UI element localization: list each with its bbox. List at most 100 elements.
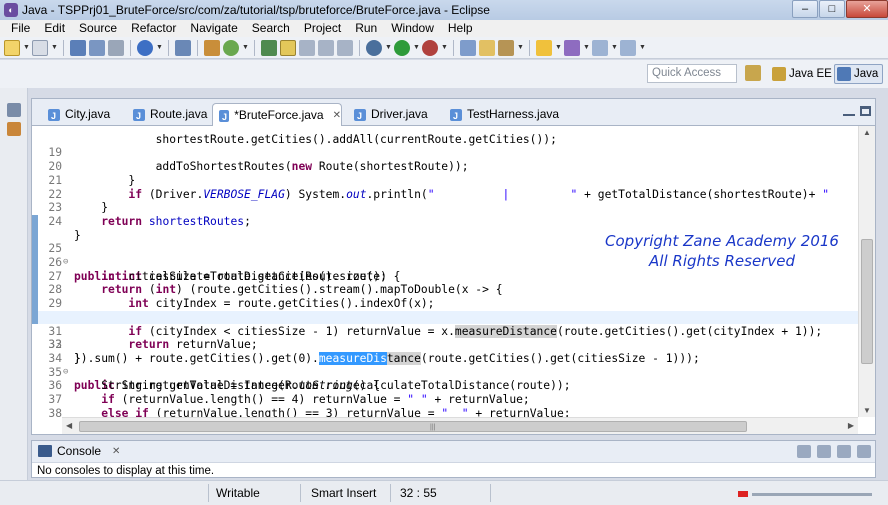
code-line: 37 else if (returnValue.length() == 3) r… xyxy=(32,379,858,417)
minimize-button[interactable]: – xyxy=(792,0,818,18)
chevron-down-icon[interactable]: ▼ xyxy=(413,44,420,51)
print-icon[interactable] xyxy=(108,39,124,56)
minimize-editor-icon[interactable] xyxy=(843,107,855,116)
open-folder-icon[interactable] xyxy=(479,39,495,56)
chevron-down-icon[interactable]: ▼ xyxy=(517,44,524,51)
chevron-down-icon[interactable]: ▼ xyxy=(611,44,618,51)
perspective-java[interactable]: Java xyxy=(834,64,884,84)
block-icon[interactable] xyxy=(318,39,334,56)
scroll-thumb[interactable] xyxy=(861,239,873,364)
paragraph-icon[interactable] xyxy=(337,39,353,56)
status-bar: Writable Smart Insert 32 : 55 xyxy=(0,480,888,505)
editor-vertical-scrollbar[interactable]: ▲ ▼ xyxy=(858,126,875,417)
display-console-icon[interactable] xyxy=(797,445,811,458)
perspective-java-ee[interactable]: Java EE xyxy=(770,64,836,84)
forward-icon[interactable] xyxy=(620,39,636,56)
globe-icon[interactable] xyxy=(137,39,153,56)
debug-icon[interactable] xyxy=(366,39,382,56)
code-line: 23 return shortestRoutes; xyxy=(32,188,858,228)
menu-run[interactable]: Run xyxy=(348,20,384,37)
console-message: No consoles to display at this time. xyxy=(37,465,215,477)
menu-refactor[interactable]: Refactor xyxy=(124,20,183,37)
chevron-down-icon[interactable]: ▼ xyxy=(441,44,448,51)
chevron-down-icon[interactable]: ▼ xyxy=(156,44,163,51)
code-line: 29 double returnValue = 0; xyxy=(32,269,858,324)
back-icon[interactable] xyxy=(592,39,608,56)
menu-file[interactable]: File xyxy=(4,20,37,37)
chevron-down-icon[interactable]: ▼ xyxy=(23,44,30,51)
tab-city-java[interactable]: City.java xyxy=(42,103,122,127)
quick-access-input[interactable]: Quick Access xyxy=(647,64,737,83)
maximize-button[interactable]: □ xyxy=(819,0,845,18)
last-edit-icon[interactable] xyxy=(564,39,580,56)
code-line: 21 if (Driver.VERBOSE_FLAG) System.out.p… xyxy=(32,160,858,201)
run-icon[interactable] xyxy=(394,39,410,56)
maximize-editor-icon[interactable] xyxy=(860,106,871,116)
window-controls: – □ ✕ xyxy=(791,0,888,20)
menu-window[interactable]: Window xyxy=(384,20,441,37)
watermark-line-2: All Rights Reserved xyxy=(649,252,795,270)
chevron-down-icon[interactable]: ▼ xyxy=(583,44,590,51)
restore-icon[interactable] xyxy=(7,103,21,117)
maximize-icon[interactable] xyxy=(857,445,871,458)
code-line: 39 } xyxy=(32,407,858,417)
java-ee-icon xyxy=(772,67,786,81)
scroll-up-icon[interactable]: ▲ xyxy=(863,128,871,137)
annotation-icon[interactable] xyxy=(536,39,552,56)
external-tools-icon[interactable] xyxy=(422,39,438,56)
tab-route-java[interactable]: Route.java xyxy=(127,103,217,127)
pin-icon[interactable] xyxy=(261,39,277,56)
scroll-right-icon[interactable]: ▶ xyxy=(848,421,854,430)
tools-icon[interactable] xyxy=(498,39,514,56)
chevron-down-icon[interactable]: ▼ xyxy=(51,44,58,51)
tab-label: Route.java xyxy=(150,107,208,121)
chevron-down-icon[interactable]: ▼ xyxy=(639,44,646,51)
code-line: 24 } xyxy=(32,201,858,242)
menu-bar: File Edit Source Refactor Navigate Searc… xyxy=(0,20,888,37)
open-perspective-icon[interactable] xyxy=(745,65,761,81)
chevron-down-icon[interactable]: ▼ xyxy=(242,44,249,51)
console-tab[interactable]: Console ✕ xyxy=(38,444,120,458)
eclipse-app-icon: ◐ xyxy=(4,3,18,17)
menu-project[interactable]: Project xyxy=(297,20,348,37)
java-perspective-icon xyxy=(837,67,851,81)
close-tab-icon[interactable]: ✕ xyxy=(333,105,341,126)
chevron-down-icon[interactable]: ▼ xyxy=(385,44,392,51)
save-icon[interactable] xyxy=(70,39,86,56)
menu-navigate[interactable]: Navigate xyxy=(183,20,244,37)
tab-bruteforce-java[interactable]: *BruteForce.java ✕ xyxy=(212,103,342,128)
scroll-left-icon[interactable]: ◀ xyxy=(66,421,72,430)
tab-driver-java[interactable]: Driver.java xyxy=(348,103,438,127)
whitespace-icon[interactable] xyxy=(299,39,315,56)
scroll-thumb[interactable]: ||| xyxy=(79,421,747,432)
tab-label: *BruteForce.java xyxy=(234,108,324,122)
minimize-icon[interactable] xyxy=(837,445,851,458)
refresh-icon[interactable] xyxy=(223,39,239,56)
close-window-button[interactable]: ✕ xyxy=(846,0,888,18)
status-divider xyxy=(390,484,391,502)
editor-horizontal-scrollbar[interactable]: ◀ ||| ▶ xyxy=(62,417,858,434)
menu-search[interactable]: Search xyxy=(245,20,297,37)
chevron-down-icon[interactable]: ▼ xyxy=(555,44,562,51)
menu-source[interactable]: Source xyxy=(72,20,124,37)
menu-help[interactable]: Help xyxy=(441,20,480,37)
copyright-watermark: Copyright Zane Academy 2016 All Rights R… xyxy=(592,231,852,271)
status-error-mark xyxy=(738,491,748,497)
package-icon[interactable] xyxy=(204,39,220,56)
code-editor[interactable]: shortestRoute.getCities().addAll(current… xyxy=(32,126,858,417)
open-icon[interactable] xyxy=(32,39,48,56)
new-java-project-icon[interactable] xyxy=(460,39,476,56)
code-line: 19 addToShortestRoutes(new Route(shortes… xyxy=(32,133,858,173)
scroll-down-icon[interactable]: ▼ xyxy=(863,406,871,415)
menu-edit[interactable]: Edit xyxy=(37,20,72,37)
view-menu-icon[interactable] xyxy=(817,445,831,458)
tab-testharness-java[interactable]: TestHarness.java xyxy=(444,103,564,127)
save-all-icon[interactable] xyxy=(89,39,105,56)
new-icon[interactable] xyxy=(4,39,20,56)
package-explorer-icon[interactable] xyxy=(7,122,21,136)
highlight-icon[interactable] xyxy=(280,39,296,56)
screen-icon[interactable] xyxy=(175,39,191,56)
code-line-current: 32 }).sum() + route.getCities().get(0).m… xyxy=(32,310,858,365)
close-icon[interactable]: ✕ xyxy=(112,446,120,457)
change-marker xyxy=(32,214,38,229)
